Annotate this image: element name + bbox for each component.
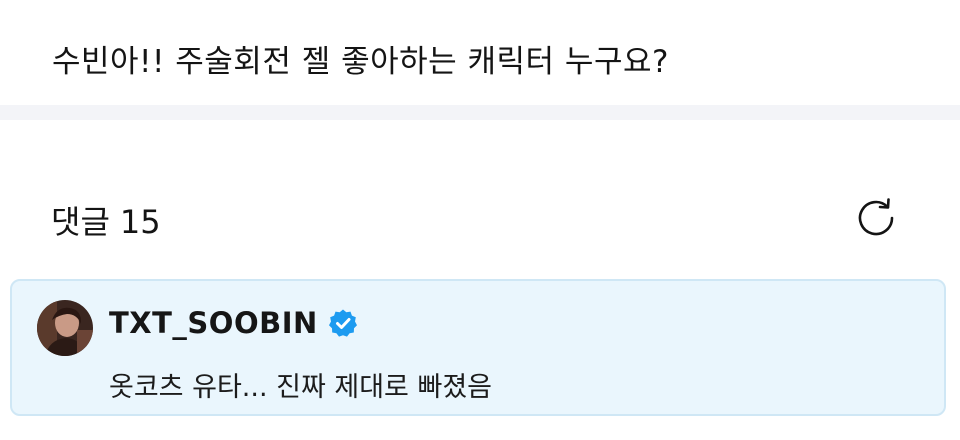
comment-item[interactable]: TXT_SOOBIN 옷코츠 유타... 진짜 제대로 빠졌음 (10, 279, 946, 416)
comment-author-row: TXT_SOOBIN (109, 301, 358, 345)
post-title: 수빈아!! 주술회전 젤 좋아하는 캐릭터 누구요? (52, 44, 669, 80)
comments-heading: 댓글 15 (51, 197, 161, 243)
avatar[interactable] (37, 300, 93, 356)
refresh-icon (858, 198, 894, 236)
comments-count: 15 (119, 203, 161, 241)
comments-header: 댓글 15 (0, 180, 960, 250)
refresh-button[interactable] (850, 192, 902, 244)
post-page: 수빈아!! 주술회전 젤 좋아하는 캐릭터 누구요? 댓글 15 TXT_SOO… (0, 0, 960, 440)
comment-author[interactable]: TXT_SOOBIN (109, 306, 318, 340)
verified-badge-icon (328, 308, 358, 338)
comment-text: 옷코츠 유타... 진짜 제대로 빠졌음 (109, 372, 492, 403)
comments-label: 댓글 (51, 203, 110, 241)
section-divider (0, 105, 960, 120)
